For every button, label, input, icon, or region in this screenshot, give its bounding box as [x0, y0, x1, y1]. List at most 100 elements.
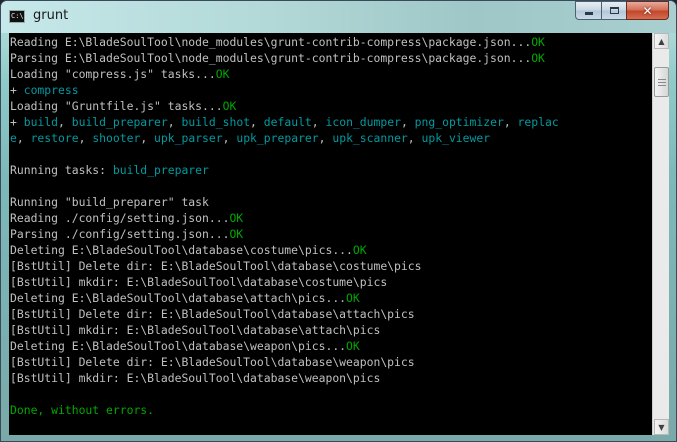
maximize-button[interactable] [601, 1, 626, 20]
console-text-segment: , [250, 115, 264, 129]
console-text-segment: + [10, 115, 24, 129]
console-text-segment: build_preparer [112, 163, 209, 177]
console-line: Deleting E:\BladeSoulTool\database\costu… [10, 242, 652, 258]
console-text-segment: , [318, 131, 333, 145]
console-line: [BstUtil] Delete dir: E:\BladeSoulTool\d… [10, 354, 652, 370]
vertical-scrollbar[interactable]: ▲ ▼ [652, 33, 669, 435]
thumb-grip-line [658, 85, 666, 86]
console-text-segment: Done, without errors. [10, 403, 155, 417]
console-text-segment: OK [346, 339, 360, 353]
console-text-segment: replac [517, 115, 559, 129]
console-text-segment: , [407, 131, 422, 145]
console-text-segment: [BstUtil] mkdir: E:\BladeSoulTool\databa… [10, 275, 388, 289]
console-line: [BstUtil] Delete dir: E:\BladeSoulTool\d… [10, 306, 652, 322]
console-text-segment: , [58, 115, 72, 129]
close-icon: ✕ [642, 3, 653, 18]
console-text-segment: shooter [92, 131, 141, 145]
console-lines: Reading E:\BladeSoulTool\node_modules\gr… [9, 33, 652, 418]
console-text-segment: , [78, 131, 93, 145]
console-text-segment: upk_parser [154, 131, 223, 145]
console-text-segment: Running "build_preparer" task [10, 195, 209, 209]
console-window: C:\. grunt ✕ Reading E:\BladeSoulTool\no… [0, 0, 677, 442]
console-text-segment: [BstUtil] Delete dir: E:\BladeSoulTool\d… [10, 355, 415, 369]
console-line: [BstUtil] mkdir: E:\BladeSoulTool\databa… [10, 274, 652, 290]
console-text-segment: e [10, 131, 17, 145]
console-text-segment: Loading "compress.js" tasks... [10, 67, 216, 81]
console-text-segment: upk_viewer [421, 131, 491, 145]
console-line: Parsing ./config/setting.json...OK [10, 226, 652, 242]
console-text-segment: icon_dumper [325, 115, 401, 129]
console-line: Reading ./config/setting.json...OK [10, 210, 652, 226]
minimize-button[interactable] [575, 1, 601, 20]
console-text-segment: Loading "Gruntfile.js" tasks... [10, 99, 223, 113]
console-text-segment: OK [352, 243, 367, 257]
console-text-segment: Running tasks: [10, 163, 113, 177]
console-text-segment: Reading E:\BladeSoulTool\node_modules\gr… [10, 35, 532, 49]
console-text-segment: [BstUtil] Delete dir: E:\BladeSoulTool\d… [10, 307, 415, 321]
console-line: Done, without errors. [10, 402, 652, 418]
cmd-icon[interactable]: C:\. [9, 10, 28, 23]
console-line: Deleting E:\BladeSoulTool\database\attac… [10, 290, 652, 306]
console-line: [BstUtil] mkdir: E:\BladeSoulTool\databa… [10, 322, 652, 338]
console-text-segment: build_preparer [71, 115, 168, 129]
console-text-segment: png_optimizer [414, 115, 504, 129]
console-text-segment: upk_preparer [236, 131, 319, 145]
console-line: [BstUtil] Delete dir: E:\BladeSoulTool\d… [10, 258, 652, 274]
scroll-up-button[interactable]: ▲ [654, 33, 669, 49]
console-line: Reading E:\BladeSoulTool\node_modules\gr… [10, 34, 652, 50]
console-text-segment: OK [346, 291, 360, 305]
console-text-segment: , [16, 131, 31, 145]
console-text-segment: OK [229, 211, 244, 225]
console-text-segment: , [503, 115, 518, 129]
console-output[interactable]: Reading E:\BladeSoulTool\node_modules\gr… [9, 33, 652, 435]
console-line: Deleting E:\BladeSoulTool\database\weapo… [10, 338, 652, 354]
console-text-segment: [BstUtil] Delete dir: E:\BladeSoulTool\d… [10, 259, 422, 273]
thumb-grip-line [658, 82, 666, 83]
console-text-segment: , [140, 131, 155, 145]
console-text-segment: Deleting E:\BladeSoulTool\database\costu… [10, 243, 353, 257]
title-bar[interactable]: C:\. grunt ✕ [1, 1, 676, 33]
console-line: [BstUtil] mkdir: E:\BladeSoulTool\databa… [10, 370, 652, 386]
console-text-segment: OK [222, 99, 237, 113]
console-text-segment: build_shot [181, 115, 251, 129]
console-line: + compress [10, 82, 652, 98]
maximize-icon [609, 7, 619, 14]
scrollbar-thumb[interactable] [654, 67, 669, 97]
console-text-segment: Reading ./config/setting.json... [10, 211, 230, 225]
console-text-segment: OK [215, 67, 230, 81]
window-title: grunt [33, 8, 69, 23]
console-text-segment: Deleting E:\BladeSoulTool\database\attac… [10, 291, 347, 305]
console-text-segment: + [10, 83, 24, 97]
console-text-segment: Parsing ./config/setting.json... [10, 227, 230, 241]
console-text-segment: OK [531, 35, 545, 49]
console-text-segment: default [263, 115, 312, 129]
console-line: + build, build_preparer, build_shot, def… [10, 114, 652, 130]
console-line: Loading "compress.js" tasks...OK [10, 66, 652, 82]
console-text-segment: build [23, 115, 59, 129]
console-text-segment: , [222, 131, 237, 145]
console-line: Loading "Gruntfile.js" tasks...OK [10, 98, 652, 114]
console-line: Running "build_preparer" task [10, 194, 652, 210]
console-text-segment: compress [23, 83, 79, 97]
thumb-grip-line [658, 79, 666, 80]
console-text-segment: OK [531, 51, 545, 65]
window-controls: ✕ [575, 1, 669, 21]
console-line: e, restore, shooter, upk_parser, upk_pre… [10, 130, 652, 146]
scroll-down-button[interactable]: ▼ [654, 419, 669, 435]
arrow-down-icon: ▼ [658, 422, 665, 432]
console-text-segment: Deleting E:\BladeSoulTool\database\weapo… [10, 339, 347, 353]
close-button[interactable]: ✕ [626, 1, 669, 20]
console-text-segment: Parsing E:\BladeSoulTool\node_modules\gr… [10, 51, 532, 65]
console-text-segment: upk_scanner [332, 131, 408, 145]
arrow-up-icon: ▲ [658, 36, 665, 46]
console-text-segment: restore [30, 131, 79, 145]
console-text-segment: [BstUtil] mkdir: E:\BladeSoulTool\databa… [10, 371, 381, 385]
console-line: Running tasks: build_preparer [10, 162, 652, 178]
console-text-segment: , [400, 115, 415, 129]
minimize-icon [584, 12, 593, 15]
console-text-segment: , [167, 115, 182, 129]
console-text-segment: [BstUtil] mkdir: E:\BladeSoulTool\databa… [10, 323, 381, 337]
